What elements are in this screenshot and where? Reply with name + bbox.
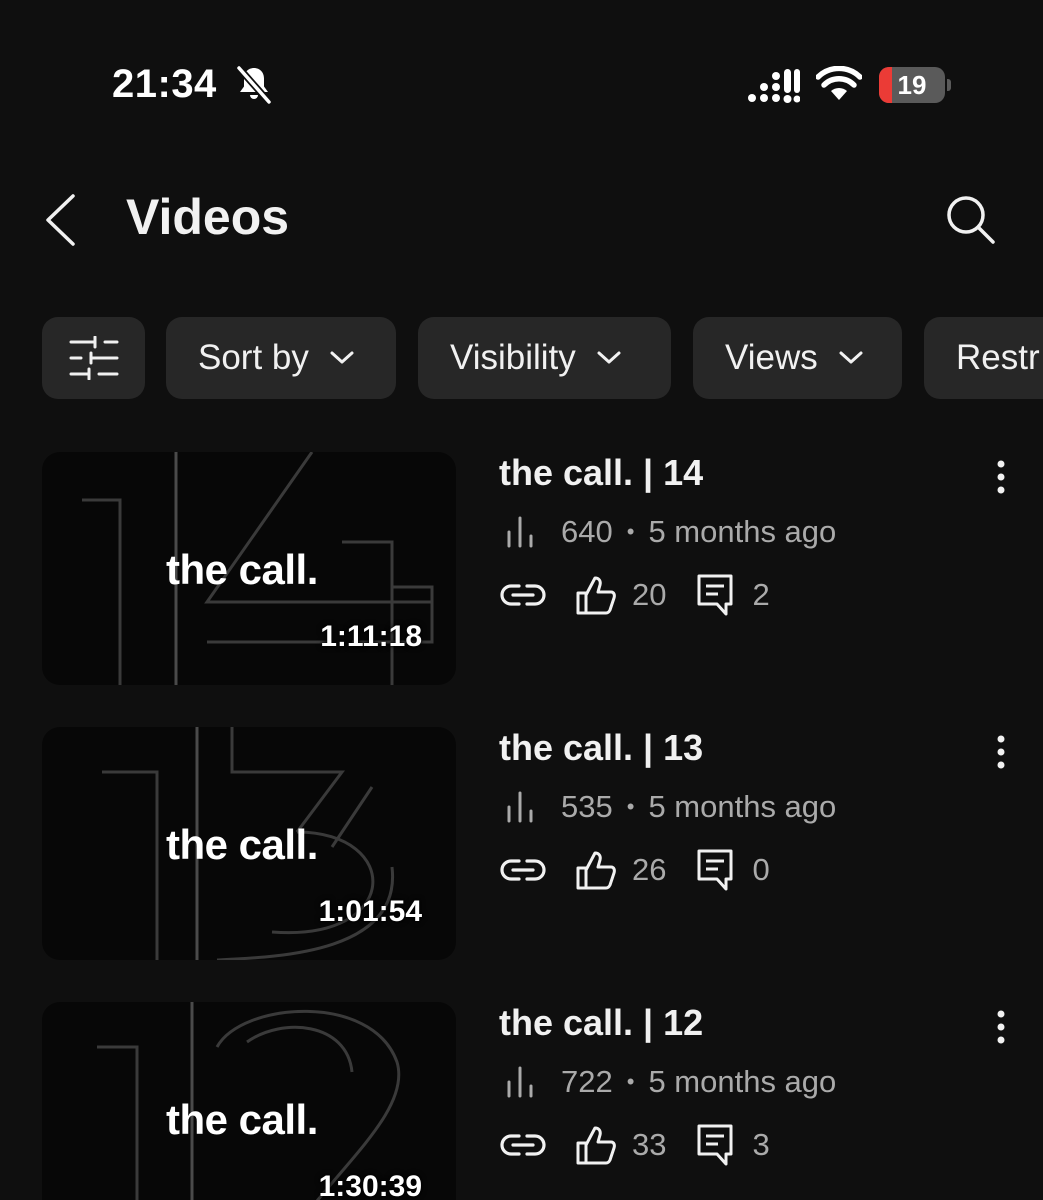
chevron-down-icon bbox=[597, 351, 621, 364]
meta-separator: • bbox=[626, 1069, 635, 1094]
views-analytics-icon bbox=[507, 1066, 533, 1098]
chip-views[interactable]: Views bbox=[693, 317, 902, 399]
video-age: 5 months ago bbox=[648, 514, 837, 549]
video-list-item[interactable]: the call. 1:11:18 the call. | 14 640 • 5… bbox=[0, 452, 1043, 692]
filter-chip-bar: Sort by Visibility Views Restr bbox=[0, 317, 1043, 399]
comment-icon[interactable] bbox=[696, 573, 734, 617]
video-actions: 33 3 bbox=[499, 1120, 770, 1170]
meta-separator: • bbox=[626, 794, 635, 819]
sliders-icon bbox=[69, 336, 118, 380]
video-list-item[interactable]: the call. 1:01:54 the call. | 13 535 • 5… bbox=[0, 727, 1043, 967]
back-button[interactable] bbox=[40, 190, 84, 250]
view-count: 722 bbox=[561, 1064, 613, 1099]
like-count: 20 bbox=[632, 577, 667, 612]
chip-visibility[interactable]: Visibility bbox=[418, 317, 671, 399]
thumbs-up-icon[interactable] bbox=[575, 575, 617, 615]
battery-level: 19 bbox=[897, 70, 927, 100]
video-age: 5 months ago bbox=[648, 1064, 837, 1099]
more-options-button[interactable] bbox=[984, 1006, 1018, 1046]
like-count: 33 bbox=[632, 1127, 667, 1162]
video-meta: 535 • 5 months ago bbox=[499, 789, 836, 825]
thumbs-up-icon[interactable] bbox=[575, 1125, 617, 1165]
chip-sort-by[interactable]: Sort by bbox=[166, 317, 396, 399]
thumbnail-title-text: the call. bbox=[166, 546, 318, 593]
video-title[interactable]: the call. | 14 bbox=[499, 452, 703, 494]
comment-icon[interactable] bbox=[696, 1123, 734, 1167]
view-count: 640 bbox=[561, 514, 613, 549]
search-button[interactable] bbox=[940, 190, 1000, 250]
meta-separator: • bbox=[626, 519, 635, 544]
more-options-button[interactable] bbox=[984, 731, 1018, 771]
video-meta: 640 • 5 months ago bbox=[499, 514, 836, 550]
thumbnail-title-text: the call. bbox=[166, 821, 318, 868]
video-thumbnail[interactable]: the call. 1:11:18 bbox=[42, 452, 456, 685]
video-actions: 20 2 bbox=[499, 570, 770, 620]
comment-count: 3 bbox=[752, 1127, 770, 1162]
video-list-item[interactable]: the call. 1:30:39 the call. | 12 722 • 5… bbox=[0, 1002, 1043, 1200]
chip-label: Restr bbox=[956, 338, 1040, 377]
chip-label: Sort by bbox=[198, 338, 309, 377]
video-thumbnail[interactable]: the call. 1:01:54 bbox=[42, 727, 456, 960]
link-icon[interactable] bbox=[499, 1130, 547, 1160]
view-count: 535 bbox=[561, 789, 613, 824]
video-duration: 1:11:18 bbox=[320, 620, 422, 653]
video-thumbnail[interactable]: the call. 1:30:39 bbox=[42, 1002, 456, 1200]
chevron-down-icon bbox=[839, 351, 863, 364]
video-title[interactable]: the call. | 13 bbox=[499, 727, 703, 769]
chip-label: Visibility bbox=[450, 338, 576, 377]
battery-nub bbox=[947, 79, 951, 91]
signal-icon bbox=[748, 69, 800, 103]
battery-icon: 19 bbox=[879, 67, 951, 103]
chip-restrictions[interactable]: Restr bbox=[924, 317, 1043, 399]
videos-screen: 21:34 19 Videos Sort by Visibility Views… bbox=[0, 0, 1043, 1200]
filter-settings-button[interactable] bbox=[42, 317, 145, 399]
video-duration: 1:30:39 bbox=[318, 1170, 422, 1200]
video-age: 5 months ago bbox=[648, 789, 837, 824]
wifi-icon bbox=[816, 66, 862, 100]
comment-icon[interactable] bbox=[696, 848, 734, 892]
views-analytics-icon bbox=[507, 516, 533, 548]
like-count: 26 bbox=[632, 852, 667, 887]
comment-count: 2 bbox=[752, 577, 770, 612]
chip-label: Views bbox=[725, 338, 818, 377]
more-options-button[interactable] bbox=[984, 456, 1018, 496]
video-title[interactable]: the call. | 12 bbox=[499, 1002, 703, 1044]
status-time: 21:34 bbox=[112, 62, 217, 106]
link-icon[interactable] bbox=[499, 855, 547, 885]
video-meta: 722 • 5 months ago bbox=[499, 1064, 836, 1100]
battery-body: 19 bbox=[879, 67, 945, 103]
chevron-down-icon bbox=[330, 351, 354, 364]
comment-count: 0 bbox=[752, 852, 770, 887]
video-duration: 1:01:54 bbox=[318, 895, 422, 928]
bell-off-icon bbox=[236, 65, 272, 104]
thumbnail-title-text: the call. bbox=[166, 1096, 318, 1143]
thumbs-up-icon[interactable] bbox=[575, 850, 617, 890]
link-icon[interactable] bbox=[499, 580, 547, 610]
page-title: Videos bbox=[126, 189, 290, 245]
views-analytics-icon bbox=[507, 791, 533, 823]
video-actions: 26 0 bbox=[499, 845, 770, 895]
